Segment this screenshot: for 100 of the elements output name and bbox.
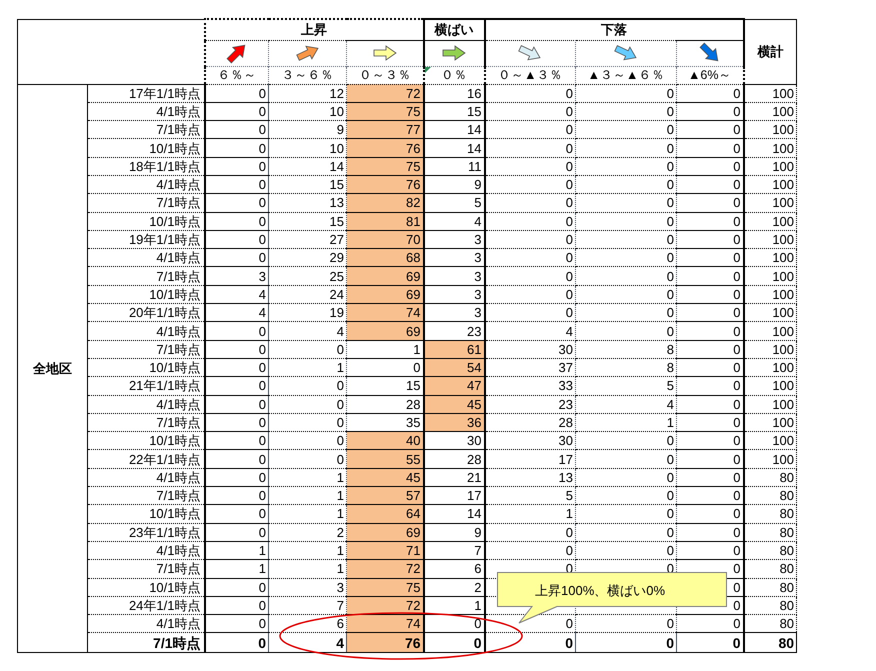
row-label: 24年1/1時点: [88, 596, 204, 615]
row-label: 7/1時点: [88, 413, 204, 432]
table-cell: 57: [346, 486, 424, 505]
table-cell: 1: [424, 596, 485, 615]
table-cell: 54: [424, 358, 485, 377]
row-label: 10/1時点: [88, 504, 204, 524]
table-cell: 5: [576, 376, 677, 396]
table-cell: 0: [204, 120, 268, 139]
table-cell: 0: [576, 157, 677, 176]
table-cell: 0: [576, 523, 677, 542]
table-cell: 0: [484, 266, 576, 286]
comment-marker-icon: [424, 66, 431, 72]
table-cell: 16: [424, 84, 485, 102]
row-label: 4/1時点: [88, 541, 204, 560]
total-cell: 80: [744, 504, 797, 524]
table-cell: 0: [204, 486, 268, 505]
table-cell: 74: [346, 614, 424, 633]
table-cell: 64: [346, 504, 424, 524]
total-cell: 100: [744, 432, 797, 450]
table-cell: 72: [346, 560, 424, 578]
total-cell: 80: [744, 486, 797, 505]
table-cell: 0: [676, 248, 744, 267]
table-cell: 4: [268, 632, 346, 653]
table-cell: 0: [576, 632, 677, 653]
table-cell: 1: [484, 504, 576, 524]
table-cell: 14: [424, 504, 485, 524]
total-cell: 100: [744, 395, 797, 414]
total-cell: 100: [744, 194, 797, 212]
table-cell: 7: [424, 541, 485, 560]
table-cell: 3: [424, 266, 485, 286]
column-header: ０～▲３％: [498, 68, 562, 82]
table-cell: 45: [346, 468, 424, 487]
table-cell: 0: [576, 175, 677, 194]
total-cell: 80: [744, 560, 797, 578]
table-cell: 0: [204, 504, 268, 524]
table-cell: 5: [484, 486, 576, 505]
total-cell: 100: [744, 358, 797, 377]
table-cell: 4: [204, 304, 268, 322]
table-cell: 15: [424, 102, 485, 121]
total-cell: 100: [744, 304, 797, 322]
total-cell: 80: [744, 596, 797, 615]
table-cell: 0: [204, 376, 268, 396]
table-cell: 4: [576, 395, 677, 414]
table-cell: 0: [268, 413, 346, 432]
table-cell: 72: [346, 84, 424, 102]
table-cell: 0: [484, 304, 576, 322]
table-cell: 69: [346, 523, 424, 542]
table-cell: 0: [484, 157, 576, 176]
total-cell: 100: [744, 212, 797, 230]
table-cell: 0: [204, 248, 268, 267]
table-cell: 0: [424, 614, 485, 633]
table-cell: 75: [346, 157, 424, 176]
table-cell: 21: [424, 468, 485, 487]
table-cell: 11: [424, 157, 485, 176]
table-cell: 0: [576, 84, 677, 102]
table-cell: 0: [676, 632, 744, 653]
table-cell: 0: [676, 358, 744, 377]
callout-text: 上昇100%、横ばい0%: [535, 582, 666, 600]
table-cell: 0: [204, 578, 268, 596]
row-label: 10/1時点: [88, 212, 204, 230]
table-cell: 0: [204, 468, 268, 487]
table-cell: 76: [346, 138, 424, 158]
total-cell: 100: [744, 248, 797, 267]
table-cell: 0: [576, 322, 677, 340]
table-cell: 0: [676, 322, 744, 340]
table-cell: 0: [576, 248, 677, 267]
table-cell: 61: [424, 340, 485, 358]
row-label: 7/1時点: [88, 340, 204, 358]
row-label: 7/1時点: [88, 632, 204, 653]
table-cell: 37: [484, 358, 576, 377]
table-cell: 0: [204, 450, 268, 468]
total-cell: 80: [744, 578, 797, 596]
table-cell: 0: [676, 212, 744, 230]
table-cell: 0: [676, 157, 744, 176]
table-cell: 0: [484, 632, 576, 653]
table-cell: 76: [346, 175, 424, 194]
table-cell: 74: [346, 304, 424, 322]
table-cell: 0: [576, 212, 677, 230]
table-cell: 4: [424, 212, 485, 230]
row-label: 7/1時点: [88, 560, 204, 578]
table-cell: 0: [204, 413, 268, 432]
table-cell: 3: [424, 304, 485, 322]
table-cell: 0: [676, 266, 744, 286]
table-cell: 0: [676, 120, 744, 139]
table-cell: 0: [676, 194, 744, 212]
table-cell: 36: [424, 413, 485, 432]
row-label: 18年1/1時点: [88, 157, 204, 176]
total-cell: 100: [744, 84, 797, 102]
table-cell: 0: [346, 358, 424, 377]
table-cell: 0: [204, 157, 268, 176]
table-cell: 82: [346, 194, 424, 212]
table-cell: 1: [204, 541, 268, 560]
table-cell: 0: [676, 304, 744, 322]
table-cell: 0: [204, 175, 268, 194]
table-cell: 0: [484, 175, 576, 194]
table-cell: 40: [346, 432, 424, 450]
table-cell: 4: [204, 285, 268, 304]
table-cell: 0: [676, 230, 744, 249]
total-cell: 100: [744, 120, 797, 139]
table-cell: 28: [346, 395, 424, 414]
